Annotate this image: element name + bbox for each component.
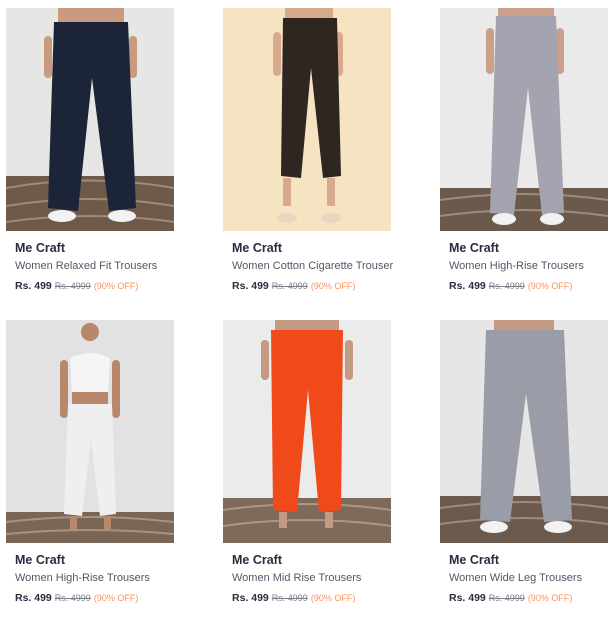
price-row: Rs. 499 Rs. 4999 (90% OFF) [449,591,609,606]
product-grid: Me Craft Women Relaxed Fit Trousers Rs. … [0,0,613,618]
product-name: Women Mid Rise Trousers [232,572,362,584]
product-name: Women Cotton Cigarette Trouser [232,260,394,272]
discount-percent: (90% OFF) [527,593,573,603]
price-row: Rs. 499 Rs. 4999 (90% OFF) [449,279,609,294]
original-price: Rs. 4999 [54,281,91,291]
product-image[interactable] [440,8,608,231]
product-name: Women Relaxed Fit Trousers [15,260,158,272]
discount-percent: (90% OFF) [310,281,356,291]
discount-percent: (90% OFF) [93,593,139,603]
discount-percent: (90% OFF) [527,281,573,291]
original-price: Rs. 4999 [271,281,308,291]
product-card[interactable]: Me Craft Women Relaxed Fit Trousers Rs. … [6,8,174,308]
product-card[interactable]: Me Craft Women High-Rise Trousers Rs. 49… [440,8,608,308]
brand-name: Me Craft [15,553,66,567]
original-price: Rs. 4999 [271,593,308,603]
discount-percent: (90% OFF) [310,593,356,603]
brand-name: Me Craft [232,241,283,255]
product-image[interactable] [223,8,391,231]
product-image[interactable] [6,8,174,231]
discounted-price: Rs. 499 [232,280,269,292]
product-image[interactable] [223,320,391,543]
discounted-price: Rs. 499 [15,592,52,604]
original-price: Rs. 4999 [488,593,525,603]
product-card[interactable]: Me Craft Women Cotton Cigarette Trouser … [223,8,394,308]
brand-name: Me Craft [232,553,283,567]
brand-name: Me Craft [449,241,500,255]
product-name: Women High-Rise Trousers [449,260,584,272]
discounted-price: Rs. 499 [232,592,269,604]
product-image[interactable] [6,320,174,543]
price-row: Rs. 499 Rs. 4999 (90% OFF) [232,591,392,606]
original-price: Rs. 4999 [488,281,525,291]
discount-percent: (90% OFF) [93,281,139,291]
product-image[interactable] [440,320,608,543]
brand-name: Me Craft [15,241,66,255]
discounted-price: Rs. 499 [449,280,486,292]
price-row: Rs. 499 Rs. 4999 (90% OFF) [15,591,175,606]
product-name: Women High-Rise Trousers [15,572,150,584]
price-row: Rs. 499 Rs. 4999 (90% OFF) [232,279,392,294]
product-card[interactable]: Me Craft Women Wide Leg Trousers Rs. 499… [440,320,608,618]
brand-name: Me Craft [449,553,500,567]
product-card[interactable]: Me Craft Women Mid Rise Trousers Rs. 499… [223,320,391,618]
original-price: Rs. 4999 [54,593,91,603]
product-name: Women Wide Leg Trousers [449,572,583,584]
discounted-price: Rs. 499 [449,592,486,604]
price-row: Rs. 499 Rs. 4999 (90% OFF) [15,279,175,294]
product-card[interactable]: Me Craft Women High-Rise Trousers Rs. 49… [6,320,174,618]
discounted-price: Rs. 499 [15,280,52,292]
